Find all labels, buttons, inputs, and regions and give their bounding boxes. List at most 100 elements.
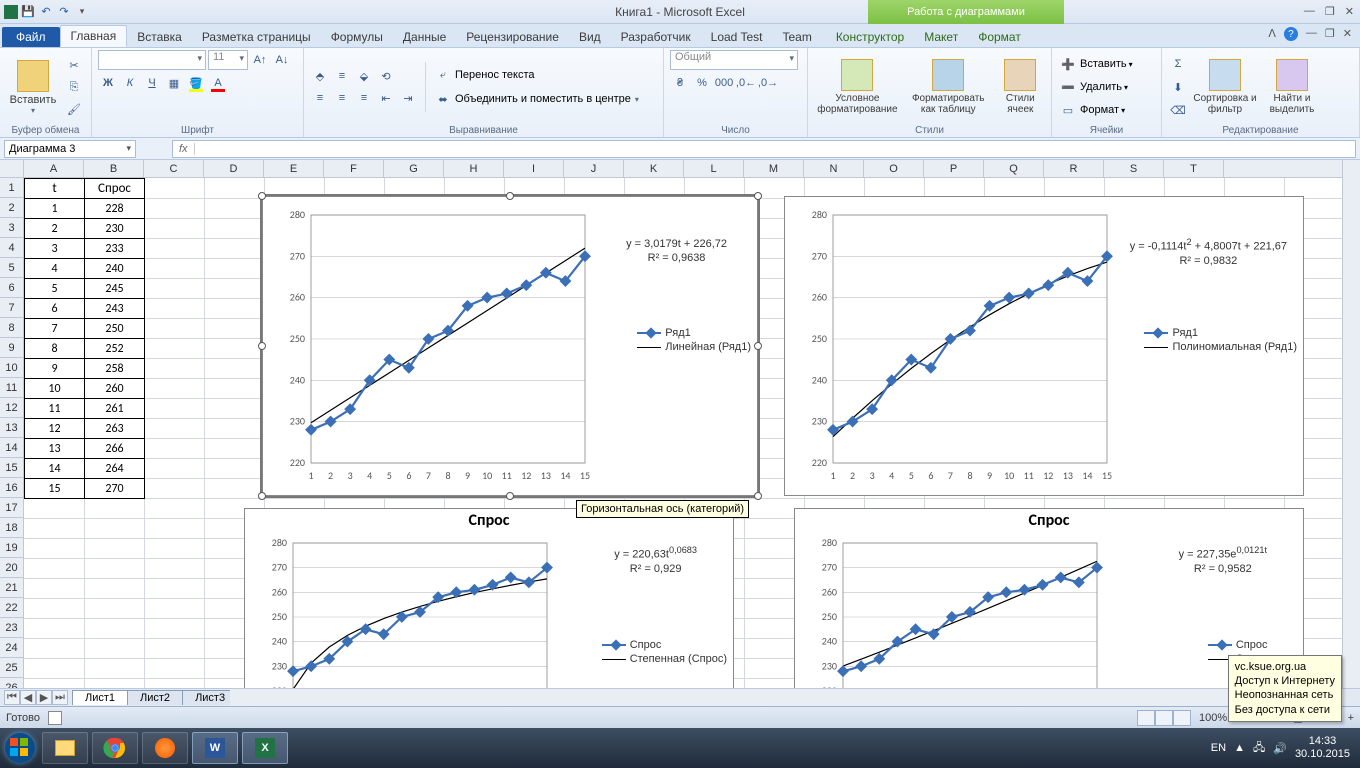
grow-font-icon[interactable]: A↑ <box>250 50 270 70</box>
col-header[interactable]: P <box>924 160 984 177</box>
tab-page-layout[interactable]: Разметка страницы <box>192 27 321 47</box>
row-header[interactable]: 11 <box>0 378 23 398</box>
minimize-ribbon-icon[interactable]: ᐱ <box>1268 27 1276 41</box>
tab-view[interactable]: Вид <box>569 27 611 47</box>
col-header[interactable]: S <box>1104 160 1164 177</box>
format-as-table-button[interactable]: Форматировать как таблицу <box>905 59 992 115</box>
undo-icon[interactable]: ↶ <box>38 4 54 20</box>
tray-network-icon[interactable]: 🖧 <box>1253 739 1265 758</box>
row-header[interactable]: 22 <box>0 598 23 618</box>
col-header[interactable]: C <box>144 160 204 177</box>
start-button[interactable] <box>0 728 40 768</box>
row-header[interactable]: 7 <box>0 298 23 318</box>
view-buttons[interactable] <box>1137 710 1191 726</box>
col-header[interactable]: J <box>564 160 624 177</box>
col-header[interactable]: E <box>264 160 324 177</box>
cells-area[interactable]: tСпрос1228223032334240524562437250825292… <box>24 178 1342 688</box>
dec-decimal-icon[interactable]: ,0→ <box>758 73 778 93</box>
col-header[interactable]: B <box>84 160 144 177</box>
row-header[interactable]: 6 <box>0 278 23 298</box>
tab-format[interactable]: Формат <box>968 27 1031 47</box>
col-header[interactable]: T <box>1164 160 1224 177</box>
row-header[interactable]: 20 <box>0 558 23 578</box>
indent-inc-icon[interactable]: ⇥ <box>398 88 418 108</box>
save-icon[interactable]: 💾 <box>20 4 36 20</box>
align-center-icon[interactable]: ≡ <box>332 88 352 108</box>
col-header[interactable]: H <box>444 160 504 177</box>
restore-icon[interactable]: ❐ <box>1325 5 1335 18</box>
close-icon[interactable]: ✕ <box>1345 5 1354 18</box>
macro-record-icon[interactable] <box>48 711 62 725</box>
percent-icon[interactable]: % <box>692 73 712 93</box>
row-header[interactable]: 10 <box>0 358 23 378</box>
font-size-combo[interactable]: 11 <box>208 50 248 70</box>
chart-plot[interactable]: 2202302402502602702801234567891011121314… <box>273 207 593 487</box>
col-header[interactable]: G <box>384 160 444 177</box>
chart-3-power[interactable]: Спрос y = 220,63t0,0683 R² = 0,929 Спрос… <box>244 508 734 688</box>
cell-styles-button[interactable]: Стили ячеек <box>996 59 1045 115</box>
tab-home[interactable]: Главная <box>60 25 128 47</box>
taskbar-media-player[interactable] <box>142 732 188 764</box>
col-header[interactable]: K <box>624 160 684 177</box>
tray-flag-icon[interactable]: ▲ <box>1234 742 1245 754</box>
font-name-combo[interactable] <box>98 50 206 70</box>
orientation-icon[interactable]: ⟲ <box>376 66 396 86</box>
delete-cells-button[interactable]: ➖Удалить▾ <box>1058 77 1133 97</box>
legend-item[interactable]: Степенная (Спрос) <box>602 653 727 665</box>
legend-item[interactable]: Ряд1 <box>1144 327 1297 339</box>
name-box[interactable]: Диаграмма 3▾ <box>4 140 136 158</box>
tab-review[interactable]: Рецензирование <box>456 27 569 47</box>
row-header[interactable]: 26 <box>0 678 23 688</box>
inc-decimal-icon[interactable]: ,0← <box>736 73 756 93</box>
number-format-combo[interactable]: Общий <box>670 50 798 70</box>
row-header[interactable]: 15 <box>0 458 23 478</box>
merge-center-button[interactable]: ⬌Объединить и поместить в центре▾ <box>433 89 639 109</box>
align-left-icon[interactable]: ≡ <box>310 88 330 108</box>
col-header[interactable]: N <box>804 160 864 177</box>
row-header[interactable]: 1 <box>0 178 23 198</box>
taskbar-word[interactable]: W <box>192 732 238 764</box>
row-header[interactable]: 19 <box>0 538 23 558</box>
tray-language[interactable]: EN <box>1211 742 1226 754</box>
row-header[interactable]: 16 <box>0 478 23 498</box>
copy-icon[interactable]: ⎘ <box>64 77 84 97</box>
cut-icon[interactable]: ✂ <box>64 55 84 75</box>
qat-more-icon[interactable]: ▾ <box>74 4 90 20</box>
tab-design[interactable]: Конструктор <box>826 27 914 47</box>
format-painter-icon[interactable]: 🖌 <box>64 99 84 119</box>
tab-data[interactable]: Данные <box>393 27 456 47</box>
spreadsheet-grid[interactable]: ABCDEFGHIJKLMNOPQRST 1234567891011121314… <box>0 160 1360 688</box>
tray-clock[interactable]: 14:33 30.10.2015 <box>1295 735 1356 761</box>
row-header[interactable]: 4 <box>0 238 23 258</box>
chart-plot[interactable]: 2202302402502602702801234567891011121314… <box>805 535 1105 688</box>
align-middle-icon[interactable]: ≡ <box>332 66 352 86</box>
font-color-icon[interactable]: A <box>208 73 228 93</box>
file-tab[interactable]: Файл <box>2 27 60 47</box>
tab-team[interactable]: Team <box>772 27 821 47</box>
tab-layout[interactable]: Макет <box>914 27 968 47</box>
col-header[interactable]: I <box>504 160 564 177</box>
horizontal-scrollbar[interactable] <box>230 688 1342 706</box>
row-header[interactable]: 18 <box>0 518 23 538</box>
comma-icon[interactable]: 000 <box>714 73 734 93</box>
chart-2-polynomial[interactable]: y = -0,1114t2 + 4,8007t + 221,67 R² = 0,… <box>784 196 1304 496</box>
vertical-scrollbar[interactable] <box>1342 160 1360 688</box>
chart-plot[interactable]: 2202302402502602702801234567891011121314… <box>795 207 1115 487</box>
sheet-nav[interactable]: ⏮◀▶⏭ <box>4 690 68 705</box>
row-header[interactable]: 24 <box>0 638 23 658</box>
legend-item[interactable]: Линейная (Ряд1) <box>637 341 751 353</box>
align-right-icon[interactable]: ≡ <box>354 88 374 108</box>
zoom-level[interactable]: 100% <box>1199 712 1227 724</box>
window-close-icon[interactable]: ✕ <box>1343 27 1352 41</box>
col-header[interactable]: L <box>684 160 744 177</box>
underline-button[interactable]: Ч <box>142 73 162 93</box>
wrap-text-button[interactable]: ⤶Перенос текста <box>433 65 639 85</box>
row-header[interactable]: 2 <box>0 198 23 218</box>
find-select-button[interactable]: Найти и выделить <box>1262 59 1322 115</box>
fill-color-icon[interactable]: 🪣 <box>186 73 206 93</box>
fill-icon[interactable]: ⬇ <box>1168 77 1188 97</box>
legend-item[interactable]: Спрос <box>602 639 727 651</box>
row-header[interactable]: 13 <box>0 418 23 438</box>
indent-dec-icon[interactable]: ⇤ <box>376 88 396 108</box>
legend-item[interactable]: Полиномиальная (Ряд1) <box>1144 341 1297 353</box>
